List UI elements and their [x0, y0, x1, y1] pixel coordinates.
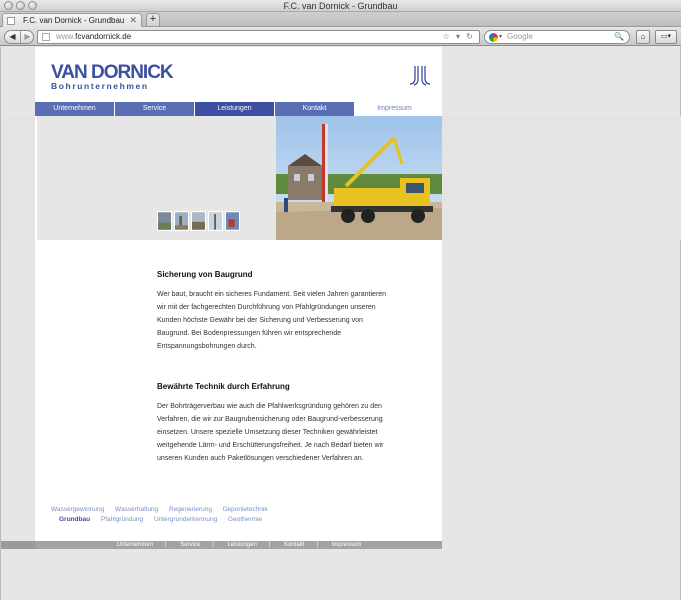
search-engine-dropdown-icon[interactable]: ▾	[499, 31, 502, 43]
tab-close-icon[interactable]: ✕	[129, 14, 137, 27]
browser-toolbar: ◀ ▶ www.fcvandornick.de ☆ ▾ ↻ ▾ Google 🔍…	[0, 28, 681, 46]
thumbnail-5[interactable]	[225, 211, 240, 231]
thumbnail-2[interactable]	[174, 211, 189, 231]
search-input[interactable]: Google	[507, 31, 533, 43]
link-pfahlgruendung[interactable]: Pfahlgründung	[101, 516, 143, 523]
link-geothermie[interactable]: Geothermie	[228, 516, 262, 523]
nav-buttons: ◀ ▶	[4, 30, 34, 44]
address-bar[interactable]: www.fcvandornick.de ☆ ▾ ↻	[37, 30, 480, 44]
main-navigation: Unternehmen Service Leistungen Kontakt I…	[35, 102, 442, 116]
nav-kontakt[interactable]: Kontakt	[275, 102, 354, 116]
home-button[interactable]: ⌂	[636, 30, 650, 44]
url-text[interactable]: www.fcvandornick.de	[56, 31, 131, 43]
tab-title: F.C. van Dornick - Grundbau	[23, 16, 125, 25]
nav-leistungen[interactable]: Leistungen	[195, 102, 274, 116]
thumbnail-4[interactable]	[208, 211, 223, 231]
window-title: F.C. van Dornick - Grundbau	[283, 1, 398, 11]
bottom-nav-leistungen[interactable]: Leistungen	[227, 542, 256, 548]
google-engine-icon[interactable]	[489, 33, 498, 42]
link-grundbau[interactable]: Grundbau	[59, 516, 90, 523]
nav-impressum[interactable]: Impressum	[355, 102, 434, 116]
site-identity-icon[interactable]	[42, 33, 50, 41]
search-bar[interactable]: ▾ Google 🔍	[484, 30, 630, 44]
back-button[interactable]: ◀	[5, 31, 21, 43]
main-content: Sicherung von Baugrund Wer baut, braucht…	[157, 269, 387, 465]
new-tab-button[interactable]: +	[146, 13, 160, 26]
link-deponietechnik[interactable]: Deponietechnik	[223, 506, 268, 513]
link-regenerierung[interactable]: Regenerierung	[169, 506, 212, 513]
section-heading-technik: Bewährte Technik durch Erfahrung	[157, 382, 290, 391]
search-icon[interactable]: 🔍	[614, 31, 624, 43]
service-links: Wassergewinnung Wasserhaltung Regenerier…	[51, 505, 381, 525]
page-viewport: VAN DORNICK Bohrunternehmen Unternehmen …	[0, 47, 681, 600]
hero-photo-crane-truck	[276, 116, 442, 240]
nav-unternehmen[interactable]: Unternehmen	[35, 102, 114, 116]
bottom-nav-impressum[interactable]: Impressum	[332, 542, 362, 548]
logo-tagline: Bohrunternehmen	[51, 81, 149, 91]
bottom-navigation-bar: Unternehmen | Service | Leistungen | Kontak…	[1, 541, 442, 549]
section-body-technik: Der Bohrträgerverbau wie auch die Pfahlw…	[157, 403, 384, 462]
link-wassergewinnung[interactable]: Wassergewinnung	[51, 506, 104, 513]
bottom-nav-kontakt[interactable]: Kontakt	[284, 542, 304, 548]
thumbnail-3[interactable]	[191, 211, 206, 231]
logo-wordmark[interactable]: VAN DORNICK	[51, 63, 174, 82]
address-bar-tools[interactable]: ☆ ▾ ↻	[443, 31, 475, 43]
bookmarks-button[interactable]: ▭▾	[655, 30, 677, 44]
bottom-nav-service[interactable]: Service	[180, 542, 200, 548]
page-favicon-icon	[7, 17, 15, 25]
bottom-nav-unternehmen[interactable]: Unternehmen	[117, 542, 153, 548]
forward-button[interactable]: ▶	[21, 31, 34, 43]
section-body-baugrund: Wer baut, braucht ein sicheres Fundament…	[157, 291, 387, 350]
bottom-nav: Unternehmen | Service | Leistungen | Kontak…	[36, 541, 442, 549]
browser-tab[interactable]: F.C. van Dornick - Grundbau ✕	[2, 13, 142, 27]
link-untergrunderkennung[interactable]: Untergrunderkennung	[154, 516, 217, 523]
section-heading-baugrund: Sicherung von Baugrund	[157, 270, 253, 279]
window-titlebar: F.C. van Dornick - Grundbau	[0, 0, 681, 12]
link-wasserhaltung[interactable]: Wasserhaltung	[115, 506, 158, 513]
logo-mark-icon	[409, 66, 431, 86]
tab-bar: F.C. van Dornick - Grundbau ✕ +	[0, 12, 681, 27]
thumbnail-1[interactable]	[157, 211, 172, 231]
nav-service[interactable]: Service	[115, 102, 194, 116]
hero-left-panel	[36, 116, 276, 240]
